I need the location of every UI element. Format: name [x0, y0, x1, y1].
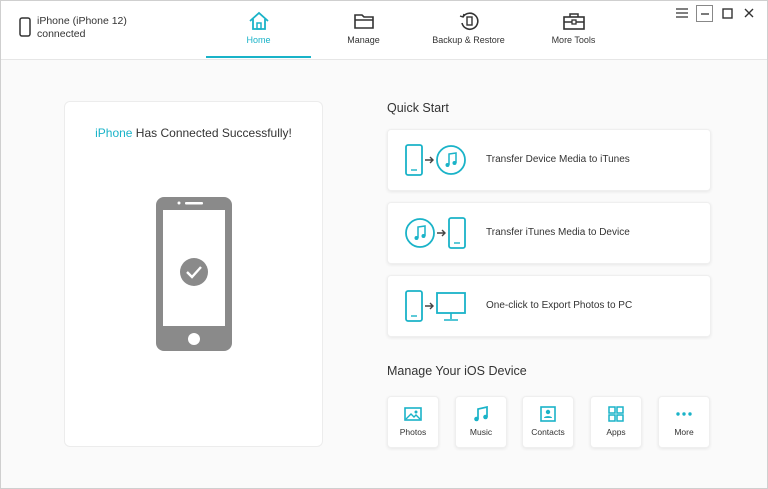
tile-label: Photos: [399, 427, 427, 437]
manage-apps[interactable]: Apps: [590, 396, 642, 448]
device-to-itunes-icon: [405, 144, 466, 176]
itunes-to-device-icon: [405, 217, 466, 249]
device-info[interactable]: iPhone (iPhone 12) connected: [19, 15, 127, 41]
export-photos-to-pc-icon: [405, 290, 466, 322]
tab-manage[interactable]: Manage: [311, 1, 416, 57]
connection-message: iPhone Has Connected Successfully!: [65, 126, 322, 140]
quick-start-title: Quick Start: [387, 101, 449, 115]
manage-more[interactable]: More: [658, 396, 710, 448]
menu-icon[interactable]: [674, 5, 690, 21]
backup-restore-icon: [459, 12, 479, 30]
music-icon: [474, 406, 488, 422]
minimize-icon[interactable]: [696, 5, 713, 22]
tile-label: More: [674, 427, 694, 437]
manage-music[interactable]: Music: [455, 396, 507, 448]
tab-label: More Tools: [551, 35, 596, 45]
quick-start-device-to-itunes[interactable]: Transfer Device Media to iTunes: [387, 129, 711, 191]
tile-label: Apps: [606, 427, 626, 437]
quick-start-label: Transfer Device Media to iTunes: [486, 154, 630, 165]
phone-connected-illustration: [156, 197, 232, 351]
quick-start-label: Transfer iTunes Media to Device: [486, 227, 630, 238]
apps-icon: [608, 406, 624, 422]
quick-start-export-photos[interactable]: One-click to Export Photos to PC: [387, 275, 711, 337]
tab-label: Manage: [347, 35, 380, 45]
quick-start-label: One-click to Export Photos to PC: [486, 300, 633, 311]
manage-title: Manage Your iOS Device: [387, 364, 527, 378]
tab-home[interactable]: Home: [206, 1, 311, 58]
tab-label: Backup & Restore: [432, 35, 505, 45]
phone-icon: [19, 17, 31, 37]
tile-label: Music: [469, 427, 493, 437]
quick-start-itunes-to-device[interactable]: Transfer iTunes Media to Device: [387, 202, 711, 264]
toolbox-icon: [562, 13, 585, 30]
tab-backup-restore[interactable]: Backup & Restore: [416, 1, 521, 57]
manage-contacts[interactable]: Contacts: [522, 396, 574, 448]
connection-panel: iPhone Has Connected Successfully!: [64, 101, 323, 447]
device-status: connected: [37, 28, 86, 40]
folder-icon: [353, 14, 374, 29]
app-window: iPhone (iPhone 12) connected Home Manage…: [0, 0, 768, 489]
tab-more-tools[interactable]: More Tools: [521, 1, 626, 57]
connection-text: Has Connected Successfully!: [132, 126, 292, 140]
manage-photos[interactable]: Photos: [387, 396, 439, 448]
maximize-icon[interactable]: [719, 5, 735, 21]
device-name: iPhone (iPhone 12): [37, 15, 127, 27]
device-word: iPhone: [95, 126, 133, 140]
home-icon: [248, 11, 269, 30]
close-icon[interactable]: [741, 5, 757, 21]
tab-label: Home: [246, 35, 271, 45]
main-nav: Home Manage Backup & Restore More Tools: [206, 1, 626, 58]
header-bar: iPhone (iPhone 12) connected Home Manage…: [1, 1, 767, 60]
more-icon: [676, 412, 692, 416]
photos-icon: [404, 407, 422, 421]
window-controls: [674, 5, 757, 22]
contacts-icon: [540, 406, 556, 422]
tile-label: Contacts: [531, 427, 565, 437]
